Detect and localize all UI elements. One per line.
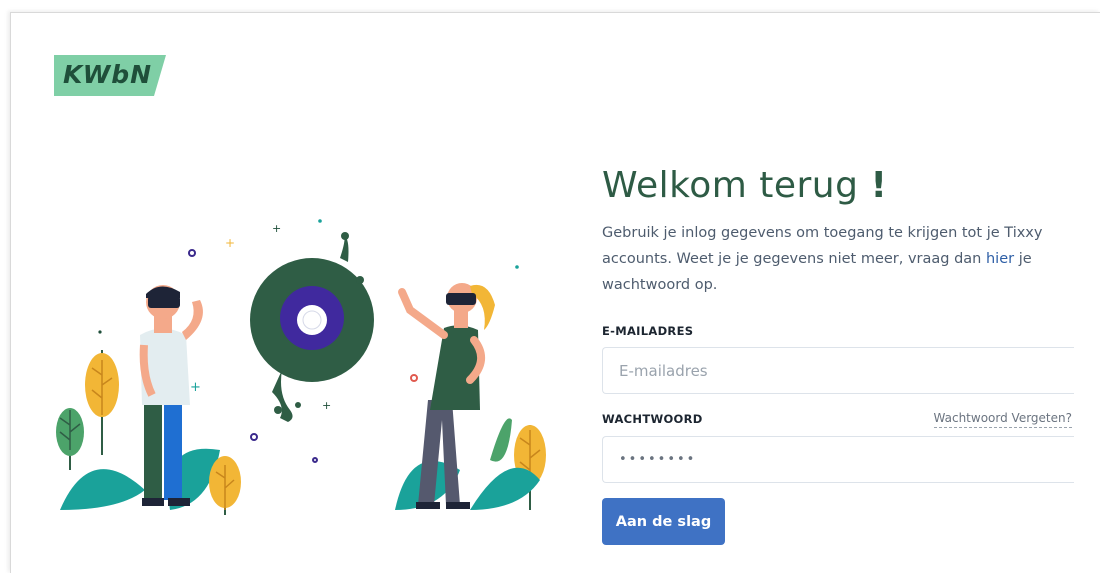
logo-text: KWbN [63, 60, 153, 89]
vr-splash-graphic [250, 232, 374, 422]
sparkle-plus: + [190, 380, 201, 395]
email-field[interactable] [602, 347, 1074, 394]
vr-people-illustration: + + + + [50, 210, 570, 520]
plant-right [209, 418, 546, 515]
intro-text-part: Gebruik je inlog gegevens om toegang te … [602, 225, 1043, 267]
forgot-password-link[interactable]: Wachtwoord Vergeten? [933, 411, 1072, 428]
page-title: Welkom terug ! [602, 165, 1072, 206]
intro-text: Gebruik je inlog gegevens om toegang te … [602, 220, 1062, 298]
sparkle-plus: + [272, 222, 281, 235]
sparkle-dot [98, 330, 102, 334]
sparkle-dot [410, 374, 418, 382]
sparkle-dot [318, 219, 322, 223]
email-label: E-MAILADRES [602, 324, 694, 338]
plant-left [56, 350, 220, 510]
sparkle-dot [515, 265, 519, 269]
sparkle-plus: + [322, 399, 331, 412]
password-label: WACHTWOORD [602, 412, 703, 426]
sparkle-dot [188, 249, 196, 257]
sparkle-dot [312, 457, 318, 463]
title-text: Welkom terug [602, 165, 859, 206]
forgot-credentials-link[interactable]: hier [986, 251, 1014, 267]
password-field[interactable] [602, 436, 1074, 483]
sparkle-plus: + [225, 236, 235, 250]
submit-button[interactable]: Aan de slag [602, 498, 725, 545]
title-exclamation: ! [870, 165, 888, 206]
login-panel: Welkom terug ! Gebruik je inlog gegevens… [602, 165, 1074, 545]
kwbn-logo[interactable]: KWbN [54, 55, 166, 96]
sparkle-dot [250, 433, 258, 441]
